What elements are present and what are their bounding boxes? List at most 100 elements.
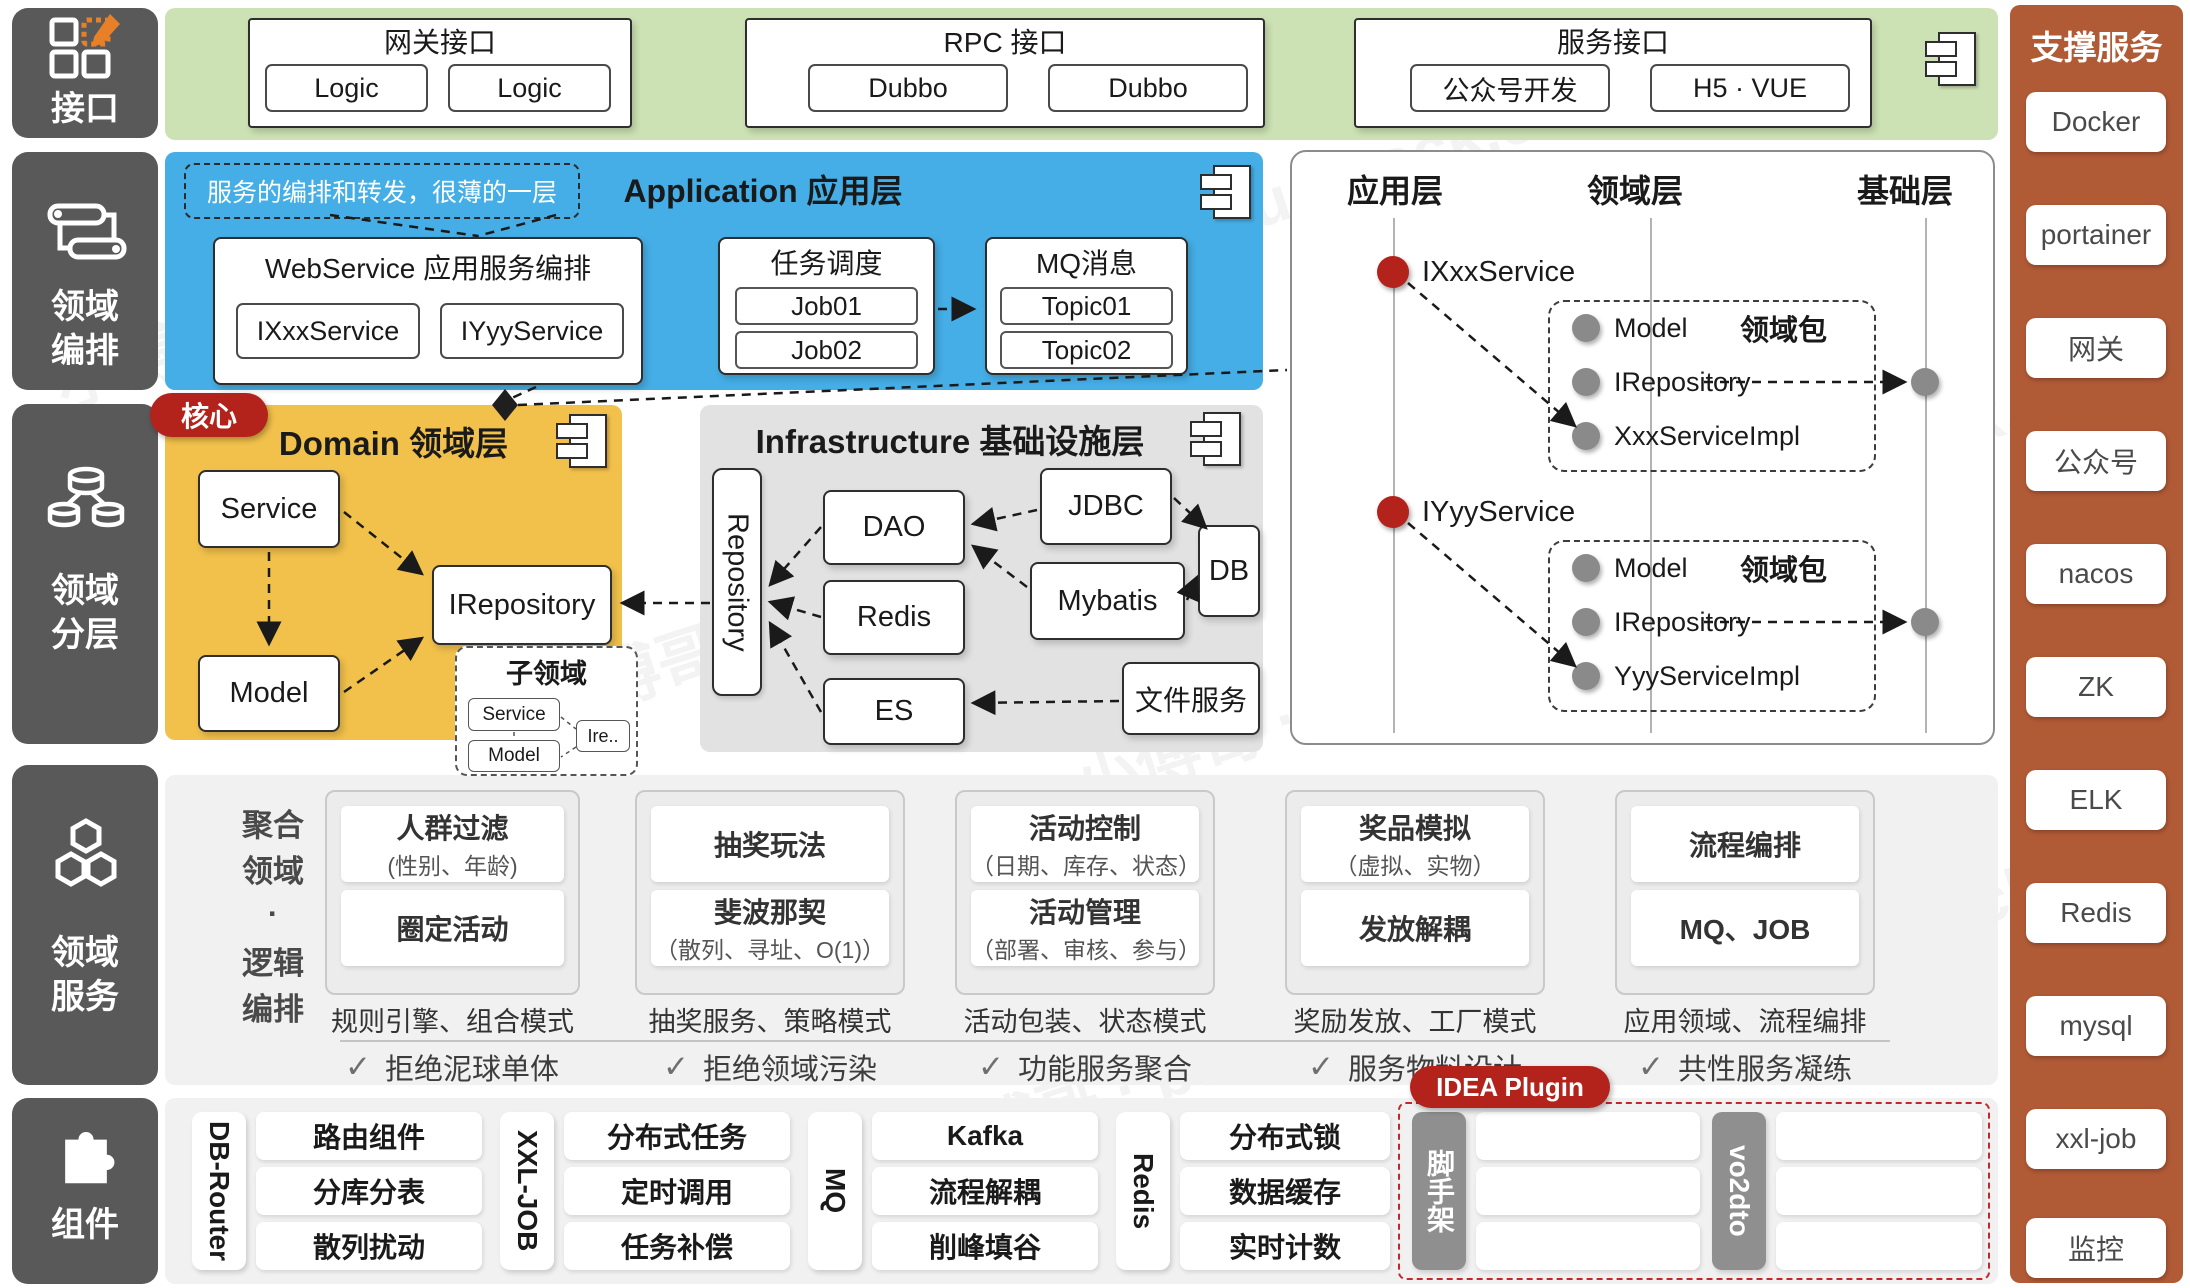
- service-wechat-node: 公众号开发: [1410, 64, 1610, 112]
- component-item: 散列扰动: [256, 1222, 482, 1270]
- agg-box: 抽奖玩法: [651, 806, 889, 882]
- mq-title: MQ消息: [985, 245, 1188, 279]
- node-dot-gray: [1572, 314, 1600, 342]
- subdomain-service-node: Service: [468, 698, 560, 731]
- agg-box: 斐波那契 （散列、寻址、O(1)）: [651, 890, 889, 966]
- agg-box-title: MQ、JOB: [1680, 908, 1811, 948]
- aggregation-label: 逻辑: [238, 938, 308, 982]
- db-router-label: DB-Router: [192, 1112, 246, 1270]
- package-label: 领域包: [1740, 312, 1864, 344]
- component-item: 削峰填谷: [872, 1222, 1098, 1270]
- support-item-xxljob: xxl-job: [2026, 1109, 2166, 1169]
- agg-box-title: 圈定活动: [396, 908, 508, 948]
- principle-label: 拒绝领域污染: [703, 1046, 877, 1088]
- panel-header-base: 基础层: [1830, 168, 1980, 210]
- plugin-item: 减少开发: [1776, 1222, 1982, 1270]
- node-dot-gray: [1572, 608, 1600, 636]
- ixxxservice-node: IXxxService: [236, 303, 420, 359]
- principle-item: ✓ 功能服务聚合: [935, 1048, 1235, 1086]
- agg-box-subtitle: （部署、审核、参与）: [971, 931, 1199, 965]
- agg-box-title: 人群过滤: [396, 807, 508, 847]
- topic-node: Topic01: [1000, 287, 1173, 325]
- agg-box: 活动管理 （部署、审核、参与）: [971, 890, 1199, 966]
- component-item: 数据缓存: [1180, 1167, 1390, 1215]
- webservice-title: WebService 应用服务编排: [213, 249, 643, 285]
- scaffold-label: 脚手架: [1412, 1112, 1466, 1270]
- node-dot-gray: [1572, 554, 1600, 582]
- principle-label: 功能服务聚合: [1018, 1046, 1192, 1088]
- topic-node: Topic02: [1000, 331, 1173, 369]
- agg-box-title: 抽奖玩法: [714, 824, 826, 864]
- file-service-node: 文件服务: [1122, 662, 1260, 735]
- rpc-dubbo-node: Dubbo: [808, 64, 1008, 112]
- lifeline: [1925, 218, 1927, 733]
- service-dot-red: [1377, 496, 1409, 528]
- node-dot-gray: [1572, 422, 1600, 450]
- component-item: 分布式锁: [1180, 1112, 1390, 1160]
- check-icon: ✓: [663, 1049, 689, 1085]
- check-icon: ✓: [978, 1049, 1004, 1085]
- panel-node-label: IRepository: [1614, 606, 1814, 638]
- agg-box-subtitle: （日期、库存、状态）: [971, 847, 1199, 881]
- idea-plugin-badge: IDEA Plugin: [1410, 1066, 1610, 1108]
- support-item-wechat: 公众号: [2026, 431, 2166, 491]
- sidebar-item-label: 组件: [12, 1200, 158, 1242]
- aggregation-label: 聚合: [238, 800, 308, 844]
- agg-box-subtitle: （虚拟、实物）: [1335, 847, 1496, 881]
- job-node: Job01: [735, 287, 918, 325]
- agg-box-title: 奖品模拟: [1359, 807, 1471, 847]
- node-dot-gray: [1572, 368, 1600, 396]
- sidebar-item-label: 领域: [12, 928, 158, 970]
- package-label: 领域包: [1740, 552, 1864, 584]
- plugin-item: 对象转换: [1776, 1112, 1982, 1160]
- agg-caption: 抽奖服务、策略模式: [635, 1002, 905, 1036]
- uml-component-icon: [1925, 32, 1977, 88]
- architecture-diagram: 小傅哥 · bugstack.cn 小傅哥 · bugstack.cn 小傅哥 …: [0, 0, 2190, 1288]
- check-icon: ✓: [345, 1049, 371, 1085]
- support-services-title: 支撑服务: [2010, 22, 2183, 68]
- principle-item: ✓ 拒绝领域污染: [620, 1048, 920, 1086]
- support-item-elk: ELK: [2026, 770, 2166, 830]
- support-item-portainer: portainer: [2026, 205, 2166, 265]
- panel-node-label: YyyServiceImpl: [1614, 660, 1844, 692]
- support-services-sidebar: [2010, 5, 2183, 1283]
- agg-box: 人群过滤 (性别、年龄): [341, 806, 564, 882]
- subdomain-irepository-node: Ire..: [576, 720, 630, 752]
- agg-box-title: 流程编排: [1689, 824, 1801, 864]
- redis-label: Redis: [1116, 1112, 1170, 1270]
- agg-box: 活动控制 （日期、库存、状态）: [971, 806, 1199, 882]
- component-item: 分布式任务: [564, 1112, 790, 1160]
- support-item-zk: ZK: [2026, 657, 2166, 717]
- infrastructure-layer-title: Infrastructure 基础设施层: [700, 418, 1200, 460]
- lifeline: [1393, 218, 1395, 733]
- divider: [340, 1040, 1890, 1042]
- repository-node: Repository: [712, 468, 762, 696]
- support-item-docker: Docker: [2026, 92, 2166, 152]
- application-layer-title: Application 应用层: [598, 168, 928, 210]
- component-item: Kafka: [872, 1112, 1098, 1160]
- panel-node-label: IRepository: [1614, 366, 1814, 398]
- sidebar-item-label: 编排: [12, 326, 158, 368]
- iyyyservice-node: IYyyService: [440, 303, 624, 359]
- sidebar-item-label: 服务: [12, 972, 158, 1014]
- agg-caption: 活动包装、状态模式: [955, 1002, 1215, 1036]
- uml-component-icon: [1190, 412, 1242, 468]
- es-node: ES: [823, 678, 965, 745]
- component-item: 实时计数: [1180, 1222, 1390, 1270]
- sidebar-item-label: 领域: [12, 566, 158, 608]
- core-badge: 核心: [150, 393, 268, 437]
- support-item-mysql: mysql: [2026, 996, 2166, 1056]
- agg-box: 发放解耦: [1301, 890, 1529, 966]
- interface-group-title: RPC 接口: [745, 24, 1265, 58]
- hive-icon: [44, 818, 128, 888]
- uml-component-icon: [556, 414, 608, 470]
- jdbc-node: JDBC: [1040, 468, 1172, 545]
- panel-header-domain: 领域层: [1560, 168, 1710, 210]
- component-item: 路由组件: [256, 1112, 482, 1160]
- domain-service-node: Service: [198, 470, 340, 548]
- aggregation-label: 编排: [238, 984, 308, 1028]
- component-item: 任务补偿: [564, 1222, 790, 1270]
- domain-model-node: Model: [198, 655, 340, 732]
- agg-box: 流程编排: [1631, 806, 1859, 882]
- support-item-nacos: nacos: [2026, 544, 2166, 604]
